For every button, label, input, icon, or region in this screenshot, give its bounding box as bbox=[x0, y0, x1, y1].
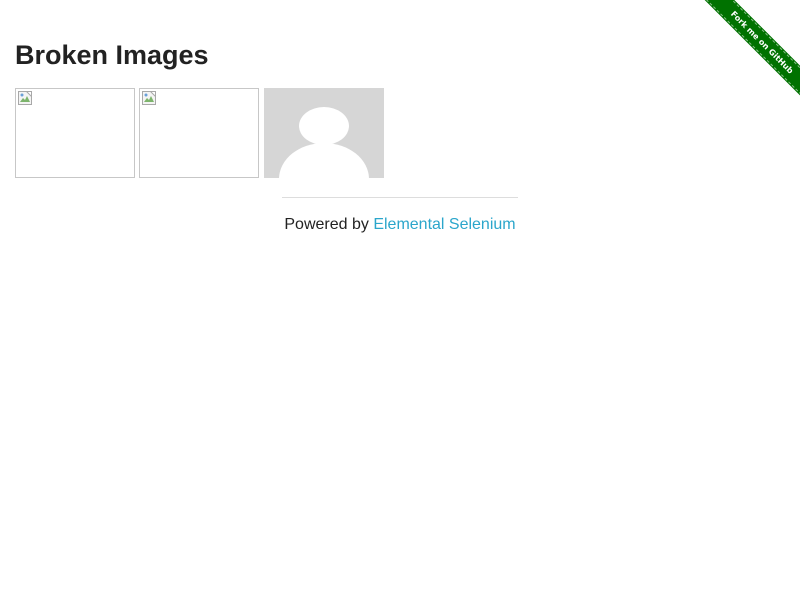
avatar-placeholder-image bbox=[264, 88, 384, 178]
avatar-body bbox=[279, 143, 369, 178]
broken-image-1 bbox=[15, 88, 135, 178]
fork-ribbon-container: Fork me on GitHub bbox=[651, 0, 800, 149]
avatar-head bbox=[299, 107, 349, 145]
image-list bbox=[15, 88, 395, 178]
footer-prefix: Powered by bbox=[284, 216, 374, 233]
footer: Powered by Elemental Selenium bbox=[282, 197, 518, 234]
broken-image-icon bbox=[18, 91, 32, 105]
elemental-selenium-link[interactable]: Elemental Selenium bbox=[373, 216, 515, 233]
broken-image-icon bbox=[142, 91, 156, 105]
broken-image-2 bbox=[139, 88, 259, 178]
page: Fork me on GitHub Broken Images Powered … bbox=[0, 0, 800, 600]
fork-me-on-github-ribbon[interactable]: Fork me on GitHub bbox=[695, 0, 800, 110]
page-title: Broken Images bbox=[15, 40, 209, 70]
